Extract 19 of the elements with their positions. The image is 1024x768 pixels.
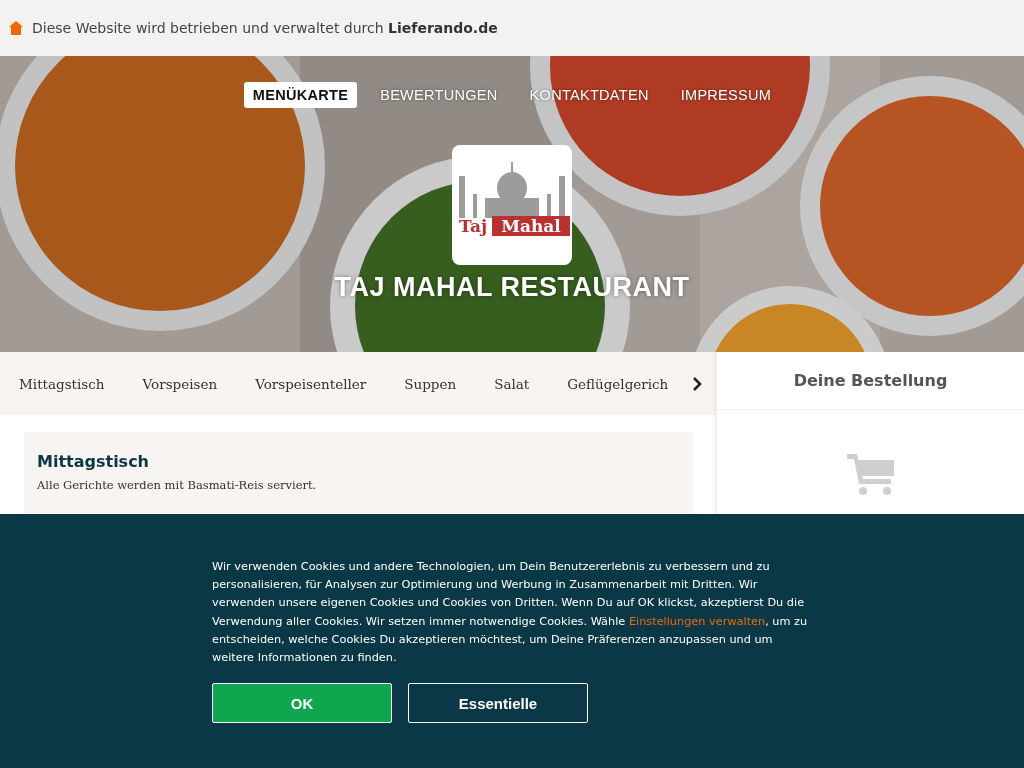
category-link[interactable]: Salat	[494, 375, 530, 392]
category-title: Mittagstisch	[37, 452, 150, 471]
logo-text: Taj	[457, 216, 489, 236]
category-description: Alle Gerichte werden mit Basmati-Reis serviert.	[37, 478, 318, 492]
category-link[interactable]: Suppen	[404, 375, 457, 392]
banner-text: Diese Website wird betrieben und verwaltet durch Lieferando.de	[32, 20, 498, 36]
category-link[interactable]: Mittagstisch	[19, 375, 105, 392]
category-link[interactable]: Vorspeisen	[142, 375, 218, 392]
logo-text: Mahal	[492, 216, 570, 236]
nav-tab[interactable]: IMPRESSUM	[671, 82, 781, 108]
category-link[interactable]: Vorspeisenteller	[255, 375, 367, 392]
category-link[interactable]: Geflügelgerich	[567, 375, 669, 392]
cart-icon	[846, 454, 895, 496]
order-title: Deine Bestellung	[793, 371, 948, 390]
house-icon	[8, 20, 24, 36]
cookie-text: Wir verwenden Cookies und andere Technologien, um Dein Benutzererlebnis zu verbessern und zu personalisieren, für Analysen zur Optimierung und Werbung in Zusammenarbeit mit Dritten. Wir verwenden unsere eigenen Cookies und Cookies von Dritten. Wenn Du auf OK klickst, akzeptierst Du die Verwendung aller Cookies. Wir setzen immer notwendige Cookies. Wähle Einstellungen verwalten, um zu entscheiden, welche Cookies Du akzeptieren möchtest, um Deine Präferenzen anzupassen und um weitere Informationen zu finden.	[212, 559, 809, 666]
essential-button[interactable]: Essentielle	[408, 683, 588, 724]
chevron-right-icon[interactable]	[692, 376, 703, 391]
nav-tab[interactable]: MENÜKARTE	[243, 82, 358, 108]
